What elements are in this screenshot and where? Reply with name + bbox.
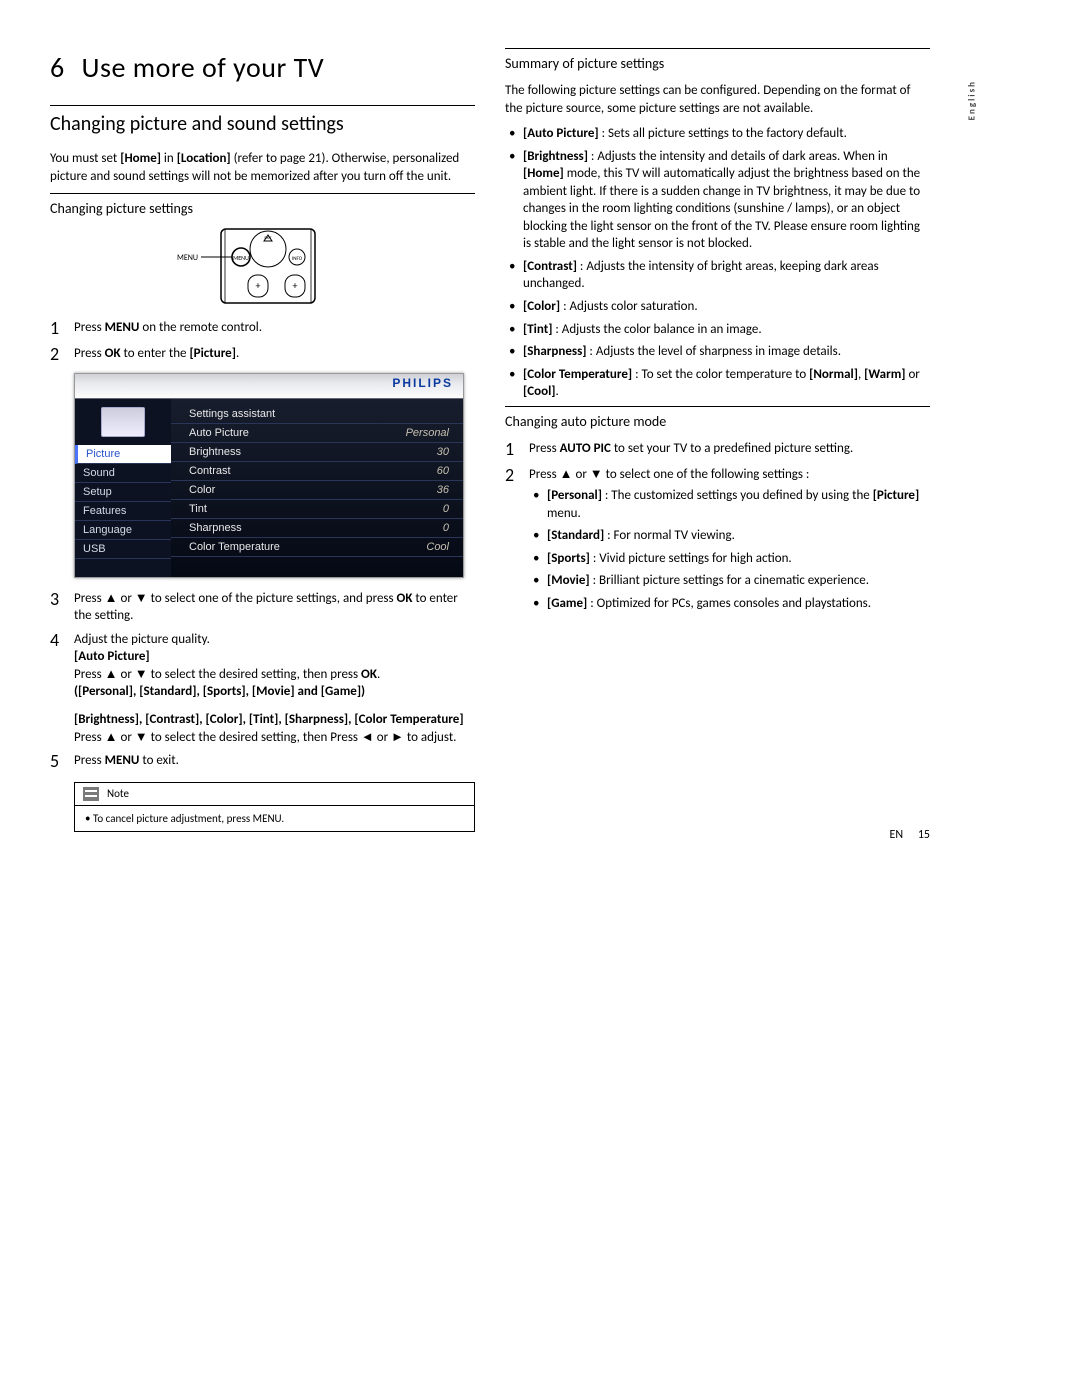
section-title: Changing picture and sound settings <box>50 112 475 136</box>
auto-mode-steps: 1 Press AUTO PIC to set your TV to a pre… <box>505 440 930 618</box>
option-item: [Game] : Optimized for PCs, games consol… <box>529 595 930 613</box>
note-text: To cancel picture adjustment, press MENU… <box>93 812 284 825</box>
footer-lang: EN <box>890 828 904 842</box>
osd-nav-item: Setup <box>75 483 171 502</box>
osd-row: Sharpness0 <box>171 519 463 538</box>
osd-nav: Picture Sound Setup Features Language US… <box>75 399 171 577</box>
summary-item: [Sharpness] : Adjusts the level of sharp… <box>505 343 930 361</box>
subsection-title: Changing picture settings <box>50 193 475 217</box>
remote-control-figure: EXIT MENU MENU INFO + + <box>50 227 475 309</box>
side-language-label: English <box>966 80 977 120</box>
tv-osd-screenshot: PHILIPS Picture Sound Setup Features Lan… <box>74 373 464 578</box>
svg-text:+: + <box>292 279 297 292</box>
osd-settings: Settings assistant Auto PicturePersonal … <box>171 399 463 577</box>
step-3: 3 Press ▲ or ▼ to select one of the pict… <box>50 590 475 625</box>
footer-page: 15 <box>918 828 930 842</box>
summary-item: [Tint] : Adjusts the color balance in an… <box>505 321 930 339</box>
svg-text:INFO: INFO <box>291 256 302 262</box>
osd-nav-item: USB <box>75 540 171 559</box>
step-1: 1 Press MENU on the remote control. <box>50 319 475 339</box>
option-item: [Personal] : The customized settings you… <box>529 487 930 522</box>
step-2: 2 Press OK to enter the [Picture]. <box>50 345 475 365</box>
osd-nav-item: Sound <box>75 464 171 483</box>
summary-item: [Brightness] : Adjusts the intensity and… <box>505 148 930 253</box>
right-column: Summary of picture settings The followin… <box>505 40 930 832</box>
osd-row: Settings assistant <box>171 405 463 424</box>
summary-item: [Color] : Adjusts color saturation. <box>505 298 930 316</box>
svg-text:MENU: MENU <box>177 253 198 263</box>
summary-item: [Auto Picture] : Sets all picture settin… <box>505 125 930 143</box>
summary-item: [Color Temperature] : To set the color t… <box>505 366 930 401</box>
option-item: [Movie] : Brilliant picture settings for… <box>529 572 930 590</box>
step-5: 5 Press MENU to exit. <box>50 752 475 772</box>
subsection-title: Summary of picture settings <box>505 48 930 72</box>
step-2: 2 Press ▲ or ▼ to select one of the foll… <box>505 466 930 618</box>
svg-text:EXIT: EXIT <box>264 236 271 241</box>
chapter-number: 6 <box>50 50 65 85</box>
note-icon <box>83 787 99 801</box>
osd-nav-item: Picture <box>75 445 171 464</box>
option-item: [Standard] : For normal TV viewing. <box>529 527 930 545</box>
osd-row: Auto PicturePersonal <box>171 424 463 443</box>
auto-mode-options: [Personal] : The customized settings you… <box>529 487 930 612</box>
svg-text:+: + <box>255 279 260 292</box>
osd-nav-item: Features <box>75 502 171 521</box>
left-column: 6 Use more of your TV Changing picture a… <box>50 40 475 832</box>
osd-row: Color TemperatureCool <box>171 538 463 557</box>
osd-brand: PHILIPS <box>75 374 463 399</box>
step-1: 1 Press AUTO PIC to set your TV to a pre… <box>505 440 930 460</box>
summary-list: [Auto Picture] : Sets all picture settin… <box>505 125 930 401</box>
subsection-title: Changing auto picture mode <box>505 406 930 430</box>
option-item: [Sports] : Vivid picture settings for hi… <box>529 550 930 568</box>
osd-row: Brightness30 <box>171 443 463 462</box>
note-title: Note <box>107 787 129 800</box>
step-4: 4 Adjust the picture quality. [Auto Pict… <box>50 631 475 746</box>
svg-text:MENU: MENU <box>233 254 249 262</box>
steps-list: 1 Press MENU on the remote control. 2 Pr… <box>50 319 475 365</box>
tv-icon <box>101 407 145 437</box>
summary-item: [Contrast] : Adjusts the intensity of br… <box>505 258 930 293</box>
rule <box>50 105 475 106</box>
section-intro: You must set [Home] in [Location] (refer… <box>50 150 475 185</box>
chapter-title: Use more of your TV <box>82 50 325 85</box>
page-footer: EN 15 <box>890 828 931 842</box>
note-box: Note • To cancel picture adjustment, pre… <box>74 782 475 832</box>
steps-list-continued: 3 Press ▲ or ▼ to select one of the pict… <box>50 590 475 772</box>
osd-row: Color36 <box>171 481 463 500</box>
osd-nav-item: Language <box>75 521 171 540</box>
chapter-heading: 6 Use more of your TV <box>50 50 475 85</box>
summary-intro: The following picture settings can be co… <box>505 82 930 117</box>
osd-row: Contrast60 <box>171 462 463 481</box>
osd-row: Tint0 <box>171 500 463 519</box>
